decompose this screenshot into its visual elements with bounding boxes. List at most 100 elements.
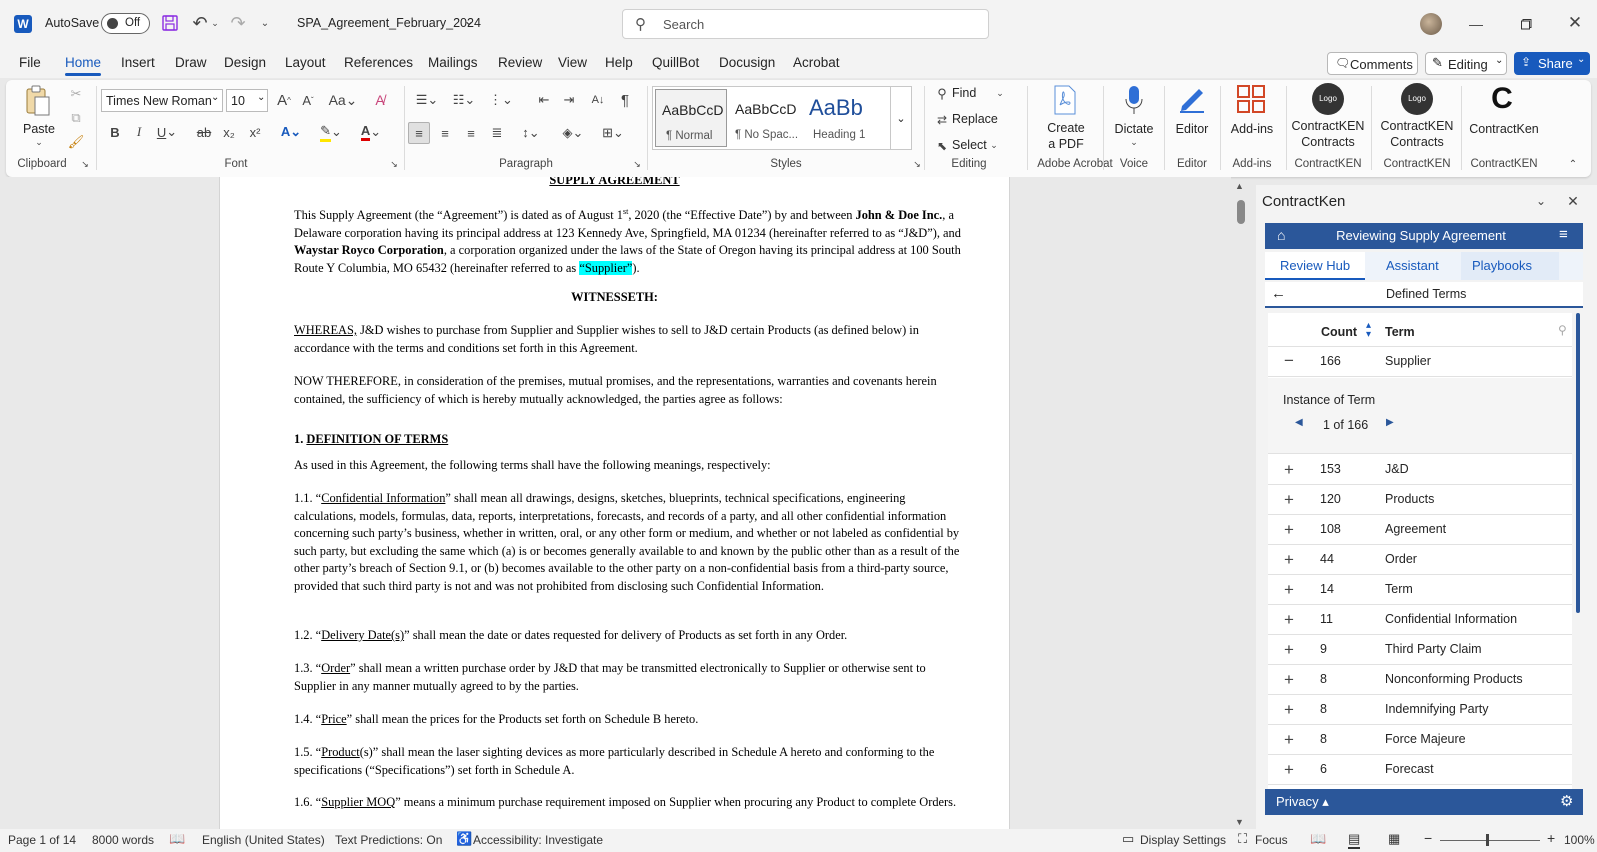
read-mode-icon[interactable]: 📖 [1310, 831, 1326, 847]
undo-icon[interactable]: ↶ [190, 13, 210, 33]
font-color-icon[interactable]: A ⌄ [356, 122, 386, 142]
search-box[interactable]: ⚲ Search [622, 9, 989, 39]
term-row[interactable]: +108 Agreement [1268, 515, 1572, 545]
font-size-select[interactable]: 10 ⌄ [226, 89, 268, 112]
paste-icon[interactable] [24, 84, 52, 120]
tab-draw[interactable]: Draw [175, 48, 207, 78]
tab-docusign[interactable]: Docusign [719, 48, 775, 78]
shrink-font-icon[interactable]: Aˇ [298, 90, 318, 110]
expand-icon[interactable]: + [1284, 640, 1294, 660]
tab-references[interactable]: References [344, 48, 413, 78]
tab-review[interactable]: Review [498, 48, 542, 78]
paste-button[interactable]: Paste [20, 122, 58, 136]
tab-view[interactable]: View [558, 48, 587, 78]
expand-icon[interactable]: + [1284, 490, 1294, 510]
copy-icon[interactable]: ⧉ [66, 108, 86, 128]
contractken-logo-2[interactable]: Logo [1401, 83, 1433, 115]
term-row[interactable]: +6 Forecast [1268, 755, 1572, 785]
maximize-icon[interactable] [1516, 14, 1536, 34]
next-instance-icon[interactable]: ▶ [1386, 417, 1394, 428]
column-count[interactable]: Count [1321, 325, 1357, 339]
italic-icon[interactable]: I [130, 122, 148, 142]
term-row[interactable]: +120 Products [1268, 485, 1572, 515]
numbering-icon[interactable]: ☷⌄ [449, 90, 479, 110]
select-icon[interactable]: ⬉ [934, 136, 950, 156]
styles-launcher-icon[interactable]: ↘ [912, 159, 922, 169]
superscript-icon[interactable]: x² [246, 122, 264, 142]
expand-icon[interactable]: + [1284, 730, 1294, 750]
collapse-ribbon-icon[interactable]: ⌃ [1566, 158, 1580, 170]
replace-button[interactable]: Replace [952, 112, 998, 126]
term-row[interactable]: +8 Nonconforming Products [1268, 665, 1572, 695]
show-formatting-icon[interactable]: ¶ [615, 90, 635, 110]
zoom-slider[interactable] [1440, 840, 1540, 841]
back-arrow-icon[interactable]: ← [1271, 285, 1286, 302]
terms-scrollbar-thumb[interactable] [1576, 313, 1580, 613]
tab-playbooks[interactable]: Playbooks [1461, 252, 1559, 280]
pane-options-chevron-icon[interactable]: ⌄ [1533, 193, 1549, 209]
bold-icon[interactable]: B [106, 122, 124, 142]
format-painter-icon[interactable]: 🖌 [66, 132, 86, 152]
paste-dropdown-icon[interactable]: ⌄ [32, 136, 46, 148]
add-ins-icon[interactable] [1236, 84, 1266, 114]
comments-button[interactable]: 🗨 Comments [1327, 52, 1418, 75]
bullets-icon[interactable]: ☰⌄ [412, 90, 442, 110]
prev-instance-icon[interactable]: ◀ [1295, 417, 1303, 428]
expand-icon[interactable]: + [1284, 760, 1294, 780]
shading-icon[interactable]: ◈⌄ [558, 122, 588, 144]
subscript-icon[interactable]: x₂ [220, 122, 238, 142]
word-count[interactable]: 8000 words [92, 833, 154, 847]
microphone-icon[interactable] [1123, 84, 1145, 116]
line-spacing-icon[interactable]: ↕⌄ [516, 122, 546, 144]
print-layout-icon[interactable]: ▤ [1348, 831, 1361, 849]
tab-assistant[interactable]: Assistant [1386, 258, 1439, 273]
term-row[interactable]: +8 Force Majeure [1268, 725, 1572, 755]
filter-search-icon[interactable]: ⚲ [1558, 323, 1567, 337]
tab-insert[interactable]: Insert [121, 48, 155, 78]
web-layout-icon[interactable]: ▦ [1388, 831, 1400, 847]
align-center-icon[interactable]: ≡ [434, 122, 456, 144]
text-predictions[interactable]: Text Predictions: On [335, 833, 442, 847]
sort-desc-icon[interactable]: ▴ ▾ [1366, 321, 1371, 340]
collapse-icon[interactable]: − [1284, 351, 1294, 371]
expand-icon[interactable]: + [1284, 700, 1294, 720]
font-launcher-icon[interactable]: ↘ [389, 159, 399, 169]
select-dropdown-icon[interactable]: ⌄ [988, 136, 1000, 154]
tab-mailings[interactable]: Mailings [428, 48, 478, 78]
term-row[interactable]: +153 J&D [1268, 455, 1572, 485]
editing-mode-button[interactable]: ✎ Editing ⌄ [1425, 52, 1507, 75]
multilevel-list-icon[interactable]: ⋮⌄ [486, 90, 516, 110]
display-settings[interactable]: Display Settings [1140, 833, 1226, 847]
contractken-logo-1[interactable]: Logo [1312, 83, 1344, 115]
zoom-level[interactable]: 100% [1564, 833, 1595, 847]
cut-icon[interactable]: ✂ [66, 84, 86, 104]
expand-icon[interactable]: + [1284, 610, 1294, 630]
grow-font-icon[interactable]: A ^ [274, 90, 294, 110]
expand-icon[interactable]: + [1284, 580, 1294, 600]
settings-gear-icon[interactable]: ⚙ [1560, 792, 1573, 810]
contractken-contracts-button-1[interactable]: ContractKEN Contracts [1289, 118, 1367, 150]
save-icon[interactable] [161, 14, 179, 32]
tab-help[interactable]: Help [605, 48, 633, 78]
accessibility-status[interactable]: Accessibility: Investigate [473, 833, 603, 847]
find-icon[interactable]: ⚲ [934, 84, 950, 104]
editor-icon[interactable] [1176, 84, 1208, 116]
find-dropdown-icon[interactable]: ⌄ [994, 84, 1006, 102]
language[interactable]: English (United States) [202, 833, 325, 847]
align-left-icon[interactable]: ≡ [408, 122, 430, 144]
autosave-toggle[interactable]: Off [101, 13, 150, 34]
expanded-term-row[interactable]: − 166 Supplier [1268, 347, 1572, 377]
pane-close-icon[interactable]: ✕ [1565, 193, 1581, 209]
contractken-button[interactable]: ContractKen [1466, 122, 1542, 136]
tab-design[interactable]: Design [224, 48, 266, 78]
borders-icon[interactable]: ⊞⌄ [598, 122, 628, 144]
style-normal[interactable]: AaBbCcD ¶ Normal [655, 89, 727, 147]
dictate-dropdown-icon[interactable]: ⌄ [1128, 136, 1140, 148]
justify-icon[interactable]: ≣ [486, 122, 508, 144]
strikethrough-icon[interactable]: ab [194, 122, 214, 142]
redo-icon[interactable]: ↷ [228, 13, 248, 33]
styles-more-button[interactable]: ⌄ [890, 86, 912, 150]
expand-icon[interactable]: + [1284, 550, 1294, 570]
zoom-slider-thumb[interactable] [1486, 834, 1489, 846]
term-row[interactable]: +44 Order [1268, 545, 1572, 575]
